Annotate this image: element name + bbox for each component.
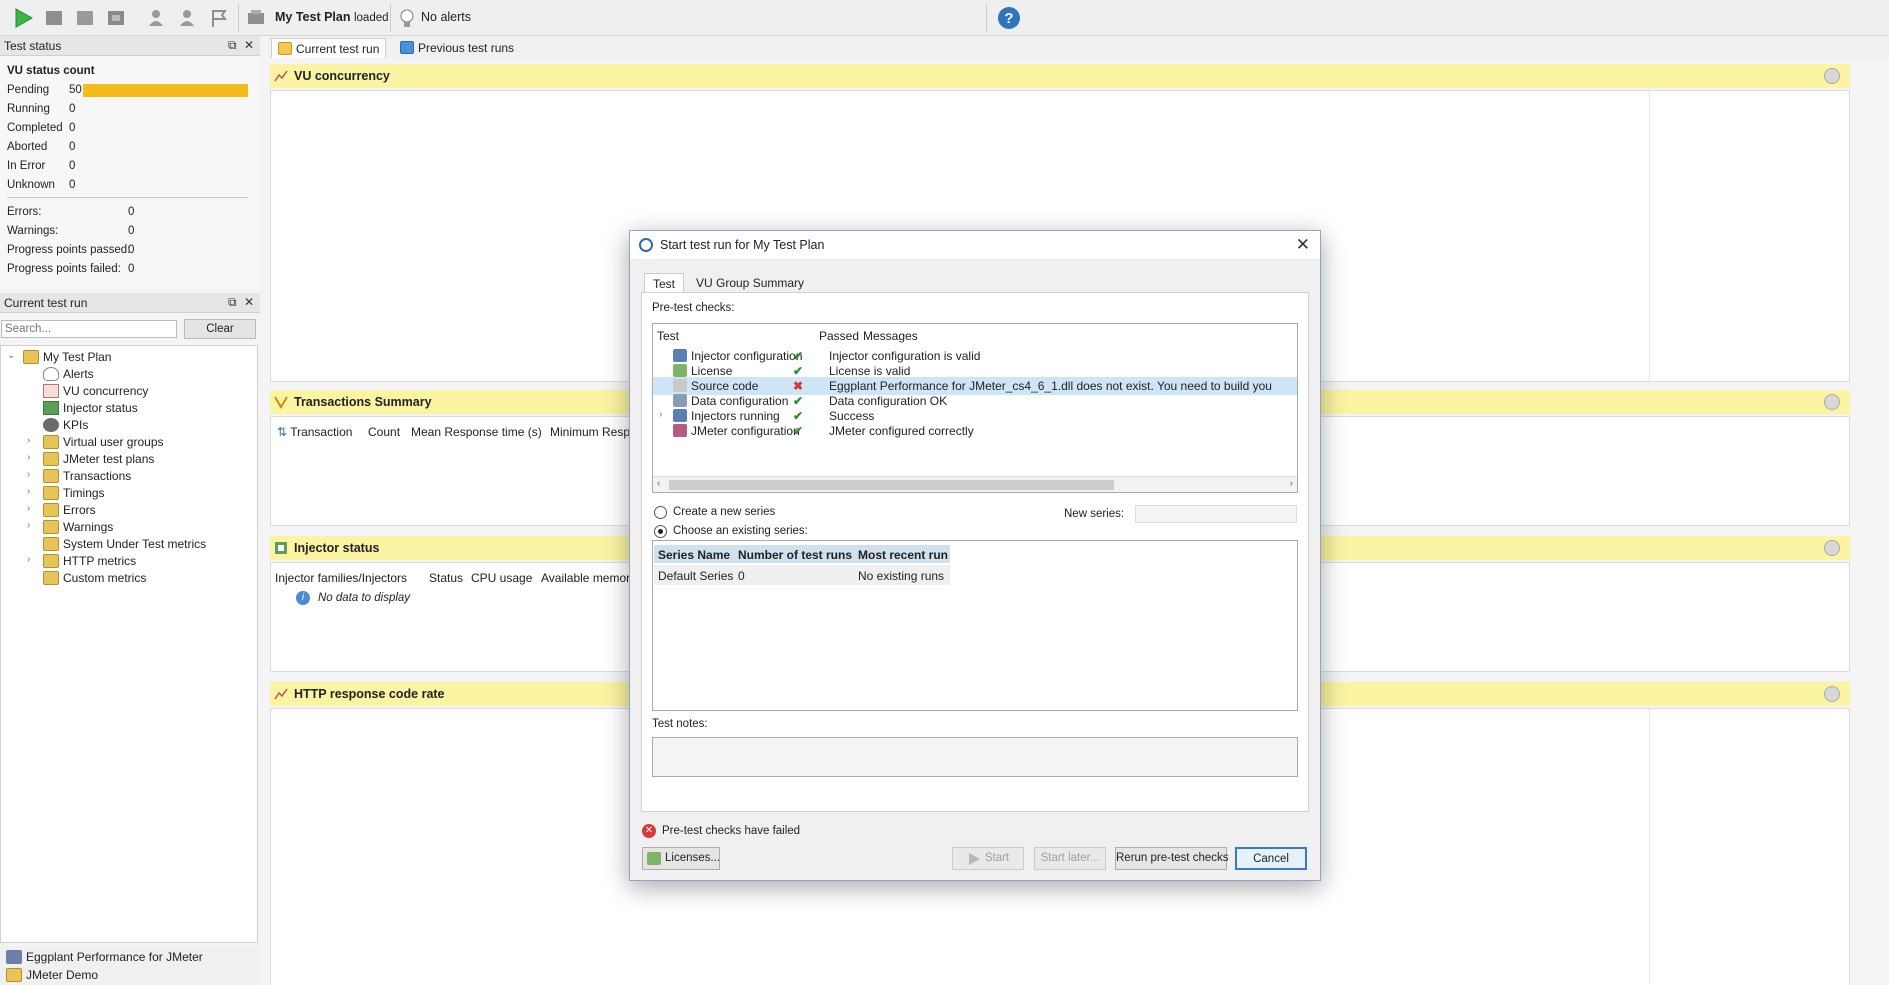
column-header[interactable]: Messages bbox=[863, 329, 918, 343]
series-table: Series Name Number of test runs Most rec… bbox=[652, 540, 1298, 711]
pretest-label: Pre-test checks: bbox=[652, 302, 735, 314]
check-message: JMeter configured correctly bbox=[829, 424, 974, 438]
column-header[interactable]: Series Name bbox=[654, 545, 734, 563]
tab-vu-group-summary[interactable]: VU Group Summary bbox=[688, 273, 812, 293]
start-button[interactable]: Start bbox=[952, 847, 1024, 870]
app-icon bbox=[639, 238, 653, 252]
column-header[interactable]: Test bbox=[657, 329, 679, 343]
dialog-title-bar: Start test run for My Test Plan ✕ bbox=[630, 231, 1320, 259]
column-header[interactable]: Passed bbox=[819, 329, 859, 343]
check-fail-icon: ✖ bbox=[793, 379, 804, 393]
scroll-right-icon[interactable]: › bbox=[1290, 478, 1293, 489]
new-series-input[interactable] bbox=[1135, 505, 1297, 523]
check-row[interactable]: JMeter configuration ✔ JMeter configured c… bbox=[653, 422, 1297, 440]
play-icon bbox=[969, 853, 980, 865]
check-pass-icon: ✔ bbox=[793, 424, 804, 438]
check-message: Data configuration OK bbox=[829, 394, 948, 408]
choose-existing-series-label: Choose an existing series: bbox=[673, 525, 808, 537]
check-pass-icon: ✔ bbox=[793, 409, 804, 423]
check-type-icon bbox=[673, 394, 687, 407]
new-series-label: New series: bbox=[1064, 508, 1125, 520]
test-notes-label: Test notes: bbox=[652, 718, 708, 730]
series-recent-cell[interactable]: No existing runs bbox=[854, 565, 950, 585]
check-pass-icon: ✔ bbox=[793, 394, 804, 408]
check-pass-icon: ✔ bbox=[793, 349, 804, 363]
check-type-icon bbox=[673, 379, 687, 392]
start-test-run-dialog: Start test run for My Test Plan ✕ Test V… bbox=[629, 230, 1321, 881]
scrollbar-thumb[interactable] bbox=[669, 480, 1114, 490]
check-name: License bbox=[691, 364, 733, 378]
column-header[interactable]: Number of test runs bbox=[734, 545, 854, 563]
check-type-icon bbox=[673, 349, 687, 362]
error-icon: ✕ bbox=[642, 824, 656, 838]
check-message: Injector configuration is valid bbox=[829, 349, 981, 363]
check-message: Success bbox=[829, 409, 875, 423]
create-new-series-radio[interactable] bbox=[654, 506, 667, 519]
check-name: Injector configuration bbox=[691, 349, 803, 363]
pretest-error: ✕ Pre-test checks have failed bbox=[642, 824, 800, 838]
choose-existing-series-radio[interactable] bbox=[654, 525, 667, 538]
horizontal-scrollbar[interactable]: ‹ › bbox=[653, 476, 1297, 492]
cancel-button[interactable]: Cancel bbox=[1235, 847, 1307, 870]
check-pass-icon: ✔ bbox=[793, 364, 804, 378]
scroll-left-icon[interactable]: ‹ bbox=[657, 478, 660, 489]
series-name-cell[interactable]: Default Series bbox=[654, 565, 734, 585]
tab-test[interactable]: Test bbox=[644, 273, 685, 293]
start-later-button[interactable]: Start later... bbox=[1034, 847, 1106, 870]
check-type-icon bbox=[673, 409, 687, 422]
dialog-title: Start test run for My Test Plan bbox=[660, 238, 825, 252]
tree-expander-icon[interactable]: › bbox=[659, 409, 662, 420]
check-message: License is valid bbox=[829, 364, 911, 378]
check-type-icon bbox=[673, 424, 687, 437]
dialog-tab-content: Pre-test checks: Test Passed Messages In… bbox=[641, 292, 1309, 812]
check-type-icon bbox=[673, 364, 687, 377]
create-new-series-label: Create a new series bbox=[673, 506, 776, 518]
check-name: JMeter configuration bbox=[691, 424, 800, 438]
check-name: Source code bbox=[691, 379, 759, 393]
licenses-button[interactable]: Licenses... bbox=[642, 847, 720, 870]
column-header[interactable]: Most recent run bbox=[854, 545, 950, 563]
test-notes-input[interactable] bbox=[652, 737, 1298, 777]
pretest-checks-table: Test Passed Messages Injector configurat… bbox=[652, 323, 1298, 493]
check-message: Eggplant Performance for JMeter_cs4_6_1.… bbox=[829, 379, 1272, 393]
license-icon bbox=[647, 852, 661, 865]
check-name: Data configuration bbox=[691, 394, 789, 408]
close-icon[interactable]: ✕ bbox=[1296, 235, 1310, 255]
rerun-pretest-checks-button[interactable]: Rerun pre-test checks bbox=[1115, 847, 1229, 870]
series-runs-cell[interactable]: 0 bbox=[734, 565, 854, 585]
check-name: Injectors running bbox=[691, 409, 780, 423]
